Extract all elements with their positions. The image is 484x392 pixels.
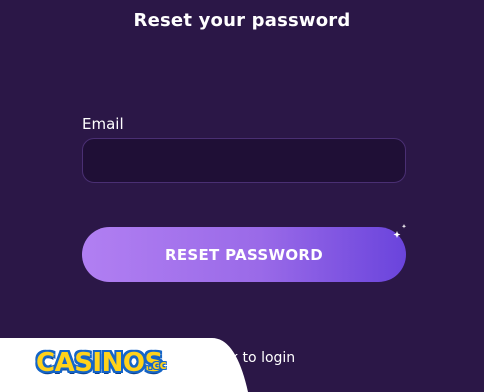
email-field[interactable] xyxy=(82,138,406,183)
page-title: Reset your password xyxy=(133,10,351,31)
sparkle-icon xyxy=(391,223,411,239)
email-label: Email xyxy=(82,115,124,133)
watermark-brand-text: CASINOS xyxy=(36,348,163,378)
reset-password-button[interactable]: RESET PASSWORD xyxy=(82,227,406,282)
watermark-brand-suffix: .cc xyxy=(148,358,167,372)
casinos-cc-watermark: CASINOS .cc xyxy=(0,338,248,392)
